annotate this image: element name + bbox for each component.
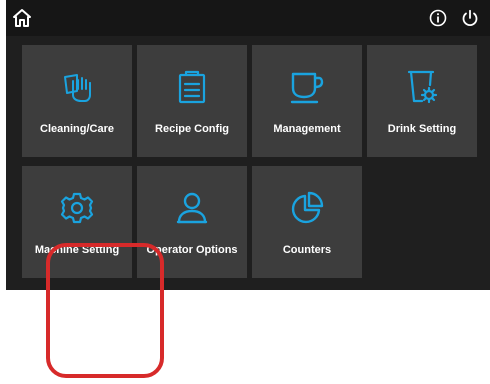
tile-recipe-config[interactable]: Recipe Config <box>137 45 247 157</box>
gear-icon <box>57 188 97 228</box>
tile-label: Recipe Config <box>155 123 229 135</box>
tile-label: Machine Setting <box>34 244 120 256</box>
touch-screen: Cleaning/Care Recipe Config Management D… <box>6 0 490 290</box>
tile-operator-options[interactable]: Operator Options <box>137 166 247 278</box>
tile-management[interactable]: Management <box>252 45 362 157</box>
tile-counters[interactable]: Counters <box>252 166 362 278</box>
cup-settings-icon <box>402 67 442 107</box>
tile-label: Drink Setting <box>387 123 457 135</box>
tile-label: Counters <box>282 244 332 256</box>
hand-wash-icon <box>57 67 97 107</box>
tile-cleaning-care[interactable]: Cleaning/Care <box>22 45 132 157</box>
top-bar <box>6 0 490 36</box>
tile-label: Management <box>273 123 341 135</box>
power-icon[interactable] <box>458 6 482 30</box>
info-icon[interactable] <box>426 6 450 30</box>
tile-drink-setting[interactable]: Drink Setting <box>367 45 477 157</box>
clipboard-icon <box>172 67 212 107</box>
user-icon <box>172 188 212 228</box>
cup-icon <box>287 67 327 107</box>
pie-chart-icon <box>287 188 327 228</box>
tile-label: Cleaning/Care <box>40 123 114 135</box>
home-icon[interactable] <box>10 6 34 30</box>
tile-label: Operator Options <box>146 244 238 256</box>
tile-machine-setting[interactable]: Machine Setting <box>22 166 132 278</box>
